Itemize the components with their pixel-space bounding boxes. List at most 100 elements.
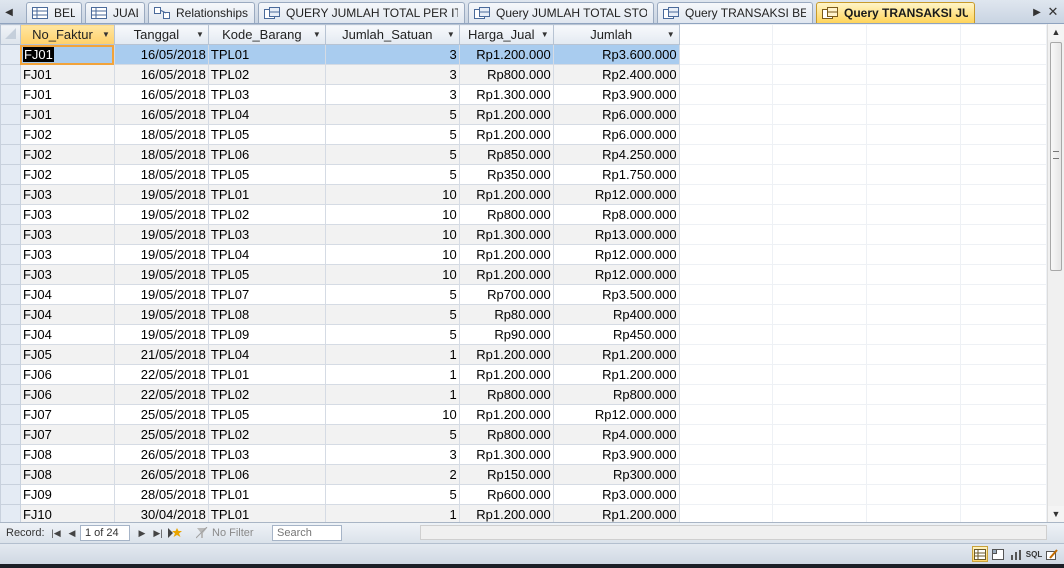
cell-kode-barang[interactable]: TPL03 — [207, 444, 326, 465]
table-row[interactable]: FJ01 16/05/2018 TPL02 3 Rp800.000 Rp2.400.000 — [0, 64, 1047, 85]
cell-jumlah[interactable]: Rp8.000.000 — [552, 204, 680, 225]
table-row[interactable]: FJ06 22/05/2018 TPL02 1 Rp800.000 Rp800.000 — [0, 384, 1047, 405]
cell-harga-jual[interactable]: Rp1.200.000 — [458, 184, 554, 205]
table-row[interactable]: FJ07 25/05/2018 TPL05 10 Rp1.200.000 Rp12.000… — [0, 404, 1047, 425]
vertical-scrollbar[interactable]: ▲ ▼ — [1047, 24, 1064, 522]
scroll-up-icon[interactable]: ▲ — [1048, 24, 1064, 40]
cell-tanggal[interactable]: 19/05/2018 — [113, 324, 209, 345]
sort-filter-icon[interactable]: ▼ — [196, 26, 204, 44]
sort-filter-icon[interactable]: ▼ — [541, 26, 549, 44]
cell-no-faktur[interactable]: FJ08 — [19, 464, 115, 485]
cell-tanggal[interactable]: 21/05/2018 — [113, 344, 209, 365]
column-header-kode-barang[interactable]: Kode_Barang ▼ — [207, 24, 326, 45]
cell-jumlah-satuan[interactable]: 5 — [324, 304, 460, 325]
cell-no-faktur[interactable]: FJ04 — [19, 284, 115, 305]
table-row[interactable]: FJ03 19/05/2018 TPL03 10 Rp1.300.000 Rp13.000… — [0, 224, 1047, 245]
cell-harga-jual[interactable]: Rp1.200.000 — [458, 44, 554, 65]
cell-kode-barang[interactable]: TPL01 — [207, 364, 326, 385]
first-record-icon[interactable]: |◀ — [50, 525, 62, 541]
cell-kode-barang[interactable]: TPL05 — [207, 264, 326, 285]
filter-indicator[interactable]: No Filter — [196, 525, 254, 541]
close-document-icon[interactable]: ✕ — [1046, 3, 1060, 21]
cell-harga-jual[interactable]: Rp1.200.000 — [458, 264, 554, 285]
cell-harga-jual[interactable]: Rp600.000 — [458, 484, 554, 505]
table-row[interactable]: FJ04 19/05/2018 TPL07 5 Rp700.000 Rp3.500.000 — [0, 284, 1047, 305]
cell-jumlah-satuan[interactable]: 1 — [324, 504, 460, 522]
cell-kode-barang[interactable]: TPL01 — [207, 44, 326, 65]
cell-jumlah[interactable]: Rp3.600.000 — [552, 44, 680, 65]
tab-scroll-right-icon[interactable]: ▶ — [1030, 3, 1044, 21]
cell-jumlah-satuan[interactable]: 5 — [324, 484, 460, 505]
table-row[interactable]: FJ06 22/05/2018 TPL01 1 Rp1.200.000 Rp1.200.0… — [0, 364, 1047, 385]
cell-no-faktur[interactable]: FJ01 — [19, 104, 115, 125]
cell-jumlah-satuan[interactable]: 10 — [324, 224, 460, 245]
cell-jumlah[interactable]: Rp3.000.000 — [552, 484, 680, 505]
search-input[interactable] — [272, 525, 342, 541]
record-selector[interactable] — [0, 284, 21, 305]
cell-tanggal[interactable]: 26/05/2018 — [113, 464, 209, 485]
cell-no-faktur[interactable]: FJ02 — [19, 124, 115, 145]
table-row[interactable]: FJ01 16/05/2018 TPL01 3 Rp1.200.000 Rp3.600.0… — [0, 44, 1047, 65]
table-row[interactable]: FJ04 19/05/2018 TPL09 5 Rp90.000 Rp450.000 — [0, 324, 1047, 345]
record-selector[interactable] — [0, 164, 21, 185]
cell-tanggal[interactable]: 16/05/2018 — [113, 64, 209, 85]
cell-jumlah[interactable]: Rp4.000.000 — [552, 424, 680, 445]
cell-no-faktur[interactable]: FJ05 — [19, 344, 115, 365]
cell-jumlah[interactable]: Rp3.500.000 — [552, 284, 680, 305]
cell-jumlah-satuan[interactable]: 1 — [324, 384, 460, 405]
cell-no-faktur[interactable]: FJ03 — [19, 184, 115, 205]
cell-jumlah[interactable]: Rp1.750.000 — [552, 164, 680, 185]
table-row[interactable]: FJ03 19/05/2018 TPL02 10 Rp800.000 Rp8.000.00… — [0, 204, 1047, 225]
record-selector[interactable] — [0, 464, 21, 485]
cell-harga-jual[interactable]: Rp1.200.000 — [458, 344, 554, 365]
datasheet-view-icon[interactable] — [972, 546, 988, 562]
cell-harga-jual[interactable]: Rp90.000 — [458, 324, 554, 345]
cell-kode-barang[interactable]: TPL03 — [207, 84, 326, 105]
cell-jumlah-satuan[interactable]: 1 — [324, 344, 460, 365]
cell-tanggal[interactable]: 26/05/2018 — [113, 444, 209, 465]
column-header-harga-jual[interactable]: Harga_Jual ▼ — [458, 24, 554, 45]
cell-jumlah[interactable]: Rp3.900.000 — [552, 84, 680, 105]
table-row[interactable]: FJ03 19/05/2018 TPL01 10 Rp1.200.000 Rp12.000… — [0, 184, 1047, 205]
cell-jumlah[interactable]: Rp13.000.000 — [552, 224, 680, 245]
cell-harga-jual[interactable]: Rp1.200.000 — [458, 504, 554, 522]
cell-no-faktur[interactable]: FJ01 — [19, 44, 115, 65]
cell-no-faktur[interactable]: FJ06 — [19, 364, 115, 385]
column-header-no-faktur[interactable]: No_Faktur ▼ — [19, 24, 115, 45]
design-view-icon[interactable] — [1044, 546, 1060, 562]
cell-tanggal[interactable]: 19/05/2018 — [113, 304, 209, 325]
cell-tanggal[interactable]: 25/05/2018 — [113, 404, 209, 425]
cell-tanggal[interactable]: 19/05/2018 — [113, 264, 209, 285]
cell-kode-barang[interactable]: TPL06 — [207, 464, 326, 485]
cell-jumlah-satuan[interactable]: 5 — [324, 284, 460, 305]
sort-filter-icon[interactable]: ▼ — [667, 26, 675, 44]
record-selector[interactable] — [0, 124, 21, 145]
cell-jumlah[interactable]: Rp400.000 — [552, 304, 680, 325]
cell-jumlah-satuan[interactable]: 10 — [324, 404, 460, 425]
record-selector[interactable] — [0, 344, 21, 365]
record-selector[interactable] — [0, 84, 21, 105]
table-row[interactable]: FJ05 21/05/2018 TPL04 1 Rp1.200.000 Rp1.200.0… — [0, 344, 1047, 365]
cell-harga-jual[interactable]: Rp80.000 — [458, 304, 554, 325]
pivottable-view-icon[interactable] — [990, 546, 1006, 562]
cell-no-faktur[interactable]: FJ01 — [19, 64, 115, 85]
cell-tanggal[interactable]: 16/05/2018 — [113, 44, 209, 65]
cell-tanggal[interactable]: 18/05/2018 — [113, 124, 209, 145]
last-record-icon[interactable]: ▶| — [152, 525, 164, 541]
cell-harga-jual[interactable]: Rp800.000 — [458, 64, 554, 85]
record-selector[interactable] — [0, 504, 21, 522]
previous-record-icon[interactable]: ◀ — [66, 525, 78, 541]
cell-no-faktur[interactable]: FJ06 — [19, 384, 115, 405]
cell-kode-barang[interactable]: TPL07 — [207, 284, 326, 305]
sort-filter-icon[interactable]: ▼ — [447, 26, 455, 44]
cell-jumlah-satuan[interactable]: 5 — [324, 424, 460, 445]
tab-query-transaksi-beli[interactable]: Query TRANSAKSI BELI — [657, 2, 813, 23]
record-selector[interactable] — [0, 144, 21, 165]
record-selector[interactable] — [0, 224, 21, 245]
cell-kode-barang[interactable]: TPL05 — [207, 164, 326, 185]
cell-no-faktur[interactable]: FJ03 — [19, 204, 115, 225]
tab-query-jumlah-total-per-item[interactable]: QUERY JUMLAH TOTAL PER ITEM — [258, 2, 465, 23]
sql-view-icon[interactable]: SQL — [1026, 546, 1042, 562]
tab-query-transaksi-jual[interactable]: Query TRANSAKSI JUAL — [816, 2, 975, 23]
record-position-field[interactable]: 1 of 24 — [80, 525, 130, 541]
